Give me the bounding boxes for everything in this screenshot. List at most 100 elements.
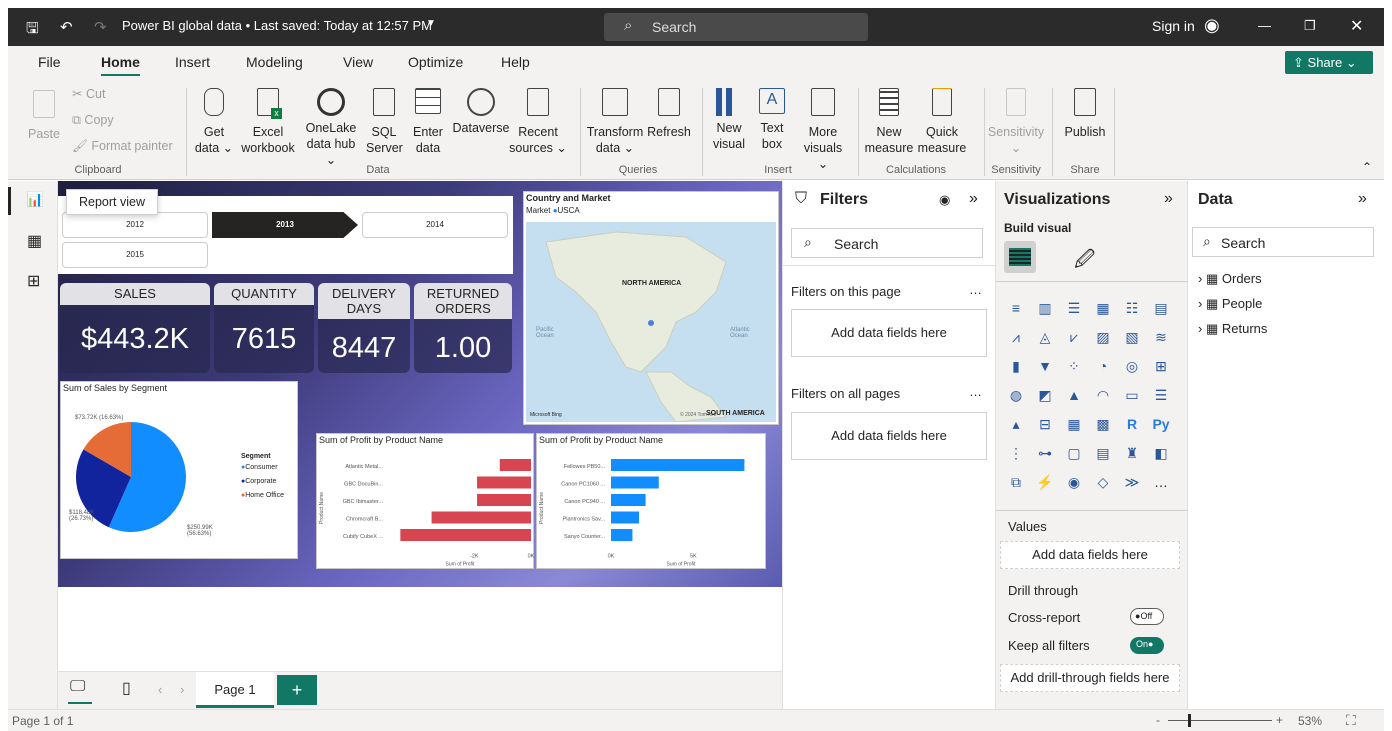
map-canvas[interactable] <box>526 222 776 422</box>
sensitivity-button[interactable]: Sensitivity ⌄ <box>986 88 1046 156</box>
get-data-button[interactable]: Get data ⌄ <box>194 88 234 156</box>
collapse-ribbon-icon[interactable]: ⌃ <box>1362 160 1372 174</box>
profit-bar-chart-positive[interactable]: Sum of Profit by Product Name Fellowes P… <box>536 433 766 569</box>
eye-icon[interactable]: ◉ <box>939 192 950 208</box>
waterfall-icon[interactable]: ▮ <box>1006 356 1026 376</box>
qa-icon[interactable]: ▢ <box>1064 443 1084 463</box>
transform-data-button[interactable]: Transform data ⌄ <box>586 88 644 156</box>
format-visual-icon[interactable]: 🖉 <box>1074 245 1095 279</box>
menu-home[interactable]: Home <box>101 54 140 76</box>
new-visual-button[interactable]: New visual <box>708 88 750 152</box>
key-influencers-icon[interactable]: ⋮ <box>1006 443 1026 463</box>
scroll-right-icon[interactable]: › <box>180 682 184 697</box>
python-visual-icon[interactable]: Py <box>1151 414 1171 434</box>
redo-icon[interactable]: ↷ <box>94 18 107 36</box>
menu-view[interactable]: View <box>343 54 373 70</box>
collapse-data-icon[interactable]: » <box>1358 190 1367 208</box>
gauge-icon[interactable]: ◠ <box>1093 385 1113 405</box>
canvas-blank-area[interactable] <box>58 587 782 671</box>
bar[interactable] <box>499 459 531 471</box>
slicer-icon[interactable]: ⊟ <box>1035 414 1055 434</box>
restore-icon[interactable]: ❐ <box>1304 18 1316 34</box>
kpi-icon[interactable]: ▴ <box>1006 414 1026 434</box>
bar2-svg[interactable]: Fellowes PB50... Canon PC1060 ... Canon PC… <box>537 448 767 570</box>
filters-all-drop-zone[interactable]: Add data fields here <box>791 412 987 460</box>
bar[interactable] <box>611 529 633 541</box>
area-chart-icon[interactable]: ◬ <box>1035 327 1055 347</box>
bar1-svg[interactable]: Atlantic Metal... GBC DocuBin... GBC Ibima… <box>317 448 535 570</box>
chevron-down-icon[interactable]: ▼ <box>426 18 436 29</box>
bar[interactable] <box>400 529 531 541</box>
zoom-slider-thumb[interactable] <box>1188 714 1191 727</box>
dataverse-button[interactable]: Dataverse <box>450 88 512 136</box>
line-column-icon[interactable]: ▨ <box>1093 327 1113 347</box>
filled-map-icon[interactable]: ◩ <box>1035 385 1055 405</box>
share-button[interactable]: ⇪ Share ⌄ <box>1285 51 1373 74</box>
quick-measure-button[interactable]: Quick measure <box>916 88 968 156</box>
clustered-column-icon[interactable]: ▦ <box>1093 298 1113 318</box>
power-apps-icon[interactable]: ⧉ <box>1006 472 1026 492</box>
multi-card-icon[interactable]: ☰ <box>1151 385 1171 405</box>
slicer-2014[interactable]: 2014 <box>362 212 508 238</box>
slicer-2013[interactable]: 2013 <box>212 212 358 238</box>
build-visual-tab[interactable] <box>1004 241 1036 273</box>
keep-filters-toggle[interactable]: On● <box>1130 637 1164 654</box>
bar[interactable] <box>611 459 745 471</box>
pie-visual[interactable]: Sum of Sales by Segment $73.72K (16.63%)… <box>60 381 298 559</box>
report-view-icon[interactable]: 📊 <box>26 191 43 208</box>
more-visuals-icon[interactable]: … <box>1151 472 1171 492</box>
excel-workbook-button[interactable]: x Excel workbook <box>238 88 298 156</box>
stacked-column-icon[interactable]: ▥ <box>1035 298 1055 318</box>
pie-icon[interactable]: ◔ <box>1093 356 1113 376</box>
power-automate-icon[interactable]: ⚡ <box>1035 472 1055 492</box>
table-returns[interactable]: › ▦ Returns <box>1198 321 1267 337</box>
menu-modeling[interactable]: Modeling <box>246 54 303 70</box>
bar[interactable] <box>611 476 659 489</box>
arcgis-icon[interactable]: ◉ <box>1064 472 1084 492</box>
model-view-icon[interactable]: ⊞ <box>27 271 40 291</box>
profit-bar-chart-negative[interactable]: Sum of Profit by Product Name Atlantic M… <box>316 433 535 570</box>
save-icon[interactable]: 🖫 <box>26 18 39 43</box>
funnel-icon[interactable]: ▼ <box>1035 356 1055 376</box>
copy-button[interactable]: ⧉ Copy <box>72 112 114 128</box>
treemap-icon[interactable]: ⊞ <box>1151 356 1171 376</box>
zoom-out-icon[interactable]: - <box>1156 713 1160 727</box>
100-bar-icon[interactable]: ☷ <box>1122 298 1142 318</box>
more-options-icon[interactable]: … <box>969 384 982 399</box>
zoom-slider[interactable] <box>1168 720 1272 721</box>
scroll-left-icon[interactable]: ‹ <box>158 682 162 697</box>
table-people[interactable]: › ▦ People <box>1198 296 1262 312</box>
refresh-button[interactable]: Refresh <box>646 88 692 140</box>
undo-icon[interactable]: ↶ <box>60 18 73 36</box>
clustered-bar-icon[interactable]: ☰ <box>1064 298 1084 318</box>
metrics-icon[interactable]: ♜ <box>1122 443 1142 463</box>
line-clustered-icon[interactable]: ▧ <box>1122 327 1142 347</box>
bar[interactable] <box>477 494 531 506</box>
zoom-in-icon[interactable]: + <box>1276 713 1283 727</box>
stacked-bar-icon[interactable]: ≡ <box>1006 298 1026 318</box>
add-page-button[interactable]: + <box>277 675 317 705</box>
more-visuals-button[interactable]: More visuals ⌄ <box>798 88 848 172</box>
close-icon[interactable]: ✕ <box>1350 16 1363 36</box>
sql-server-button[interactable]: SQL Server <box>366 88 403 156</box>
cut-button[interactable]: ✂ Cut <box>72 86 105 102</box>
onelake-button[interactable]: OneLake data hub ⌄ <box>300 88 362 168</box>
diamond-icon[interactable]: ◇ <box>1093 472 1113 492</box>
account-icon[interactable]: ◉ <box>1204 15 1220 36</box>
scatter-icon[interactable]: ⁘ <box>1064 356 1084 376</box>
more-options-icon[interactable]: … <box>969 282 982 297</box>
table-view-icon[interactable]: ▦ <box>27 231 42 251</box>
values-drop-zone[interactable]: Add data fields here <box>1000 541 1180 569</box>
ribbon-chart-icon[interactable]: ≋ <box>1151 327 1171 347</box>
line-chart-icon[interactable]: ⩘ <box>1006 327 1026 347</box>
r-visual-icon[interactable]: R <box>1122 414 1142 434</box>
menu-insert[interactable]: Insert <box>175 54 210 70</box>
filters-search-input[interactable]: ⌕ Search <box>791 228 983 258</box>
map-icon[interactable]: ◍ <box>1006 385 1026 405</box>
data-search-input[interactable]: ⌕ Search <box>1192 227 1374 257</box>
cross-report-toggle[interactable]: ●Off <box>1130 608 1164 625</box>
publish-button[interactable]: Publish <box>1058 88 1112 140</box>
bar[interactable] <box>477 476 531 489</box>
filters-page-drop-zone[interactable]: Add data fields here <box>791 309 987 357</box>
text-box-button[interactable]: A Text box <box>756 88 788 152</box>
